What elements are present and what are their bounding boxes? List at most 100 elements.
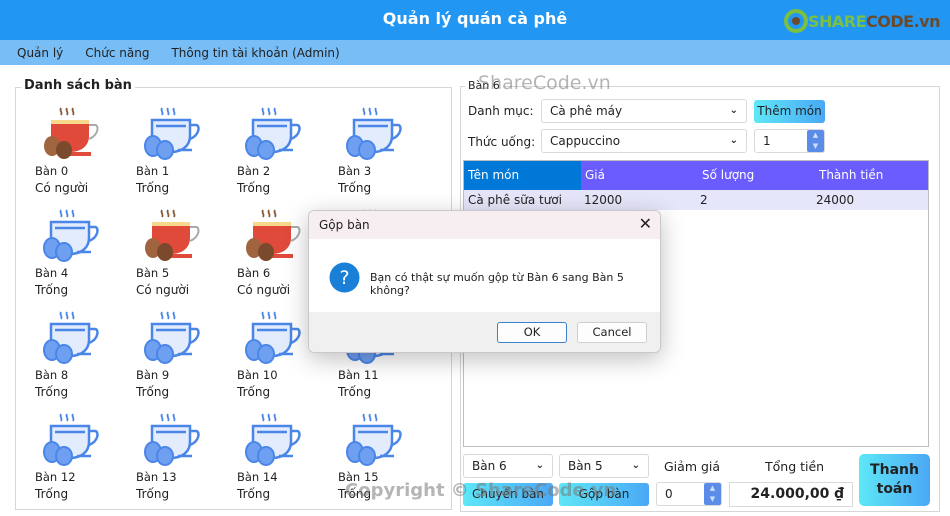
table-item[interactable]: Bàn 8 Trống: [35, 310, 115, 405]
empty-coffee-cup-icon: [43, 311, 99, 364]
table-item[interactable]: Bàn 10 Trống: [237, 310, 317, 405]
col-price[interactable]: Giá: [581, 161, 698, 190]
table-item[interactable]: Bàn 2 Trống: [237, 106, 317, 201]
col-item-name[interactable]: Tên món: [464, 161, 581, 190]
menu-chuc-nang[interactable]: Chức năng: [85, 46, 149, 60]
table-item[interactable]: Bàn 0 Có người: [35, 106, 115, 201]
total-label: Tổng tiền: [765, 459, 825, 474]
table-status: Trống: [35, 385, 69, 399]
table-status: Có người: [35, 181, 89, 195]
table-status: Trống: [338, 181, 372, 195]
empty-coffee-cup-icon: [144, 107, 200, 160]
table-item[interactable]: Bàn 15 Trống: [338, 412, 418, 507]
merge-table-button[interactable]: Gộp bàn: [559, 483, 649, 506]
empty-coffee-cup-icon: [245, 107, 301, 160]
table-status: Trống: [136, 385, 170, 399]
table-name: Bàn 4: [35, 266, 69, 280]
quantity-stepper[interactable]: 1 ▲ ▼: [754, 129, 825, 153]
table-item[interactable]: Bàn 4 Trống: [35, 208, 115, 303]
chevron-down-icon: ⌄: [729, 135, 738, 146]
table-status: Trống: [237, 385, 271, 399]
discount-stepper[interactable]: 0 ▲ ▼: [656, 482, 722, 506]
table-name: Bàn 15: [338, 470, 379, 484]
table-item[interactable]: Bàn 13 Trống: [136, 412, 216, 507]
table-row[interactable]: Cà phê sữa tươi 12000 2 24000: [464, 190, 928, 210]
from-table-value: Bàn 6: [472, 459, 507, 473]
occupied-coffee-cup-icon: [246, 209, 301, 261]
table-item[interactable]: Bàn 12 Trống: [35, 412, 115, 507]
chevron-down-icon: ⌄: [631, 460, 640, 471]
discount-value: 0: [665, 487, 673, 501]
cancel-button[interactable]: Cancel: [577, 322, 647, 343]
cell-total: 24000: [816, 193, 855, 207]
to-table-select[interactable]: Bàn 5 ⌄: [559, 454, 649, 478]
empty-coffee-cup-icon: [245, 413, 301, 466]
dialog-footer: OK Cancel: [309, 312, 660, 352]
quantity-value: 1: [763, 134, 771, 148]
grid-header: Tên món Giá Số lượng Thành tiền: [464, 161, 928, 190]
ok-button[interactable]: OK: [497, 322, 567, 343]
empty-coffee-cup-icon: [346, 413, 402, 466]
table-name: Bàn 13: [136, 470, 177, 484]
drink-value: Cappuccino: [550, 134, 621, 148]
table-name: Bàn 5: [136, 266, 170, 280]
table-name: Bàn 2: [237, 164, 271, 178]
table-name: Bàn 6: [237, 266, 271, 280]
move-table-button[interactable]: Chuyển bàn: [463, 483, 553, 506]
close-icon[interactable]: ✕: [639, 214, 652, 233]
menu-bar: Quản lý Chức năng Thông tin tài khoản (A…: [0, 40, 950, 65]
cell-price: 12000: [584, 193, 623, 207]
table-status: Trống: [237, 487, 271, 501]
menu-quan-ly[interactable]: Quản lý: [17, 46, 63, 60]
table-name: Bàn 0: [35, 164, 69, 178]
empty-coffee-cup-icon: [346, 107, 402, 160]
table-name: Bàn 11: [338, 368, 379, 382]
dialog-message: Bạn có thật sự muốn gộp từ Bàn 6 sang Bà…: [370, 271, 624, 297]
table-item[interactable]: Bàn 1 Trống: [136, 106, 216, 201]
chevron-down-icon: ⌄: [729, 105, 738, 116]
chevron-down-icon: ⌄: [535, 460, 544, 471]
category-select[interactable]: Cà phê máy ⌄: [541, 99, 747, 123]
category-label: Danh mục:: [468, 104, 534, 118]
stepper-arrows-icon[interactable]: ▲ ▼: [807, 130, 824, 152]
empty-coffee-cup-icon: [245, 311, 301, 364]
table-status: Có người: [136, 283, 190, 297]
order-group-title: Bàn 6: [465, 79, 503, 92]
svg-text:?: ?: [339, 267, 349, 289]
empty-coffee-cup-icon: [144, 413, 200, 466]
add-item-button[interactable]: Thêm món: [754, 100, 825, 123]
table-name: Bàn 3: [338, 164, 372, 178]
table-item[interactable]: Bàn 14 Trống: [237, 412, 317, 507]
col-total[interactable]: Thành tiền: [815, 161, 928, 190]
drink-select[interactable]: Cappuccino ⌄: [541, 129, 747, 153]
menu-account-info[interactable]: Thông tin tài khoản (Admin): [171, 46, 339, 60]
table-name: Bàn 8: [35, 368, 69, 382]
tables-group-title: Danh sách bàn: [21, 78, 135, 93]
stepper-arrows-icon[interactable]: ▲ ▼: [704, 483, 721, 505]
table-status: Trống: [136, 487, 170, 501]
cell-quantity: 2: [700, 193, 708, 207]
table-name: Bàn 10: [237, 368, 278, 382]
table-item[interactable]: Bàn 3 Trống: [338, 106, 418, 201]
table-name: Bàn 1: [136, 164, 170, 178]
empty-coffee-cup-icon: [144, 311, 200, 364]
occupied-coffee-cup-icon: [44, 107, 99, 159]
col-quantity[interactable]: Số lượng: [698, 161, 815, 190]
app-title: Quản lý quán cà phê: [382, 9, 568, 28]
drink-label: Thức uống:: [468, 135, 536, 149]
table-item[interactable]: Bàn 9 Trống: [136, 310, 216, 405]
table-item[interactable]: Bàn 6 Có người: [237, 208, 317, 303]
question-icon: ?: [329, 262, 360, 293]
merge-confirm-dialog: Gộp bàn ✕ ? Bạn có thật sự muốn gộp từ B…: [308, 210, 661, 353]
dialog-title: Gộp bàn: [309, 211, 660, 239]
table-status: Trống: [35, 487, 69, 501]
table-status: Trống: [338, 385, 372, 399]
table-name: Bàn 12: [35, 470, 76, 484]
table-item[interactable]: Bàn 5 Có người: [136, 208, 216, 303]
pay-button[interactable]: Thanh toán: [859, 454, 930, 506]
empty-coffee-cup-icon: [43, 209, 99, 262]
table-status: Trống: [338, 487, 372, 501]
category-value: Cà phê máy: [550, 104, 623, 118]
discount-label: Giảm giá: [664, 459, 721, 474]
from-table-select[interactable]: Bàn 6 ⌄: [463, 454, 553, 478]
